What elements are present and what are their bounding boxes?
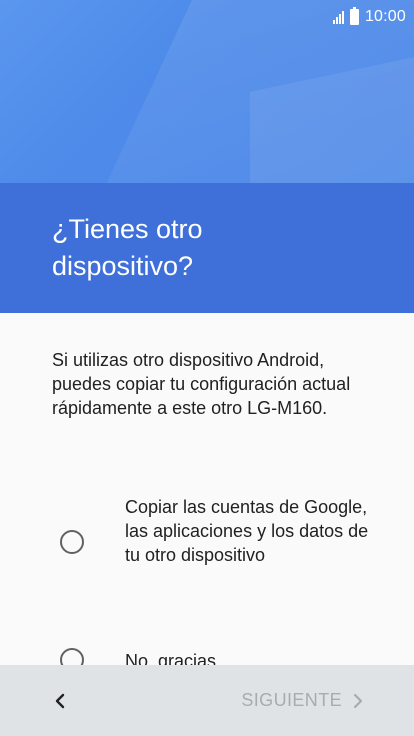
next-button[interactable]: SIGUIENTE xyxy=(241,690,364,711)
option-copy-label: Copiar las cuentas de Google, las aplica… xyxy=(125,497,369,565)
content-area: Si utilizas otro dispositivo Android, pu… xyxy=(0,313,414,665)
radio-button-no-thanks[interactable] xyxy=(60,648,84,665)
signal-icon xyxy=(332,10,344,24)
status-bar: 10:00 xyxy=(0,0,414,34)
title-band: ¿Tienes otro dispositivo? xyxy=(0,183,414,313)
option-no-thanks-label: No, gracias xyxy=(125,651,217,665)
chevron-right-icon xyxy=(353,693,363,708)
chevron-left-icon xyxy=(55,693,65,708)
bottom-navigation-bar: SIGUIENTE xyxy=(0,665,414,736)
radio-button-copy[interactable] xyxy=(60,530,84,554)
option-copy-data[interactable]: Copiar las cuentas de Google, las aplica… xyxy=(0,495,414,595)
option-no-thanks[interactable]: No, gracias xyxy=(0,643,414,665)
back-button[interactable] xyxy=(48,689,72,713)
page-title: ¿Tienes otro dispositivo? xyxy=(52,214,203,281)
status-time: 10:00 xyxy=(364,8,406,25)
next-button-label: SIGUIENTE xyxy=(241,690,342,710)
battery-icon xyxy=(349,7,359,25)
intro-text: Si utilizas otro dispositivo Android, pu… xyxy=(52,350,351,418)
setup-screen: 10:00 ¿Tienes otro dispositivo? Si utili… xyxy=(0,0,414,736)
